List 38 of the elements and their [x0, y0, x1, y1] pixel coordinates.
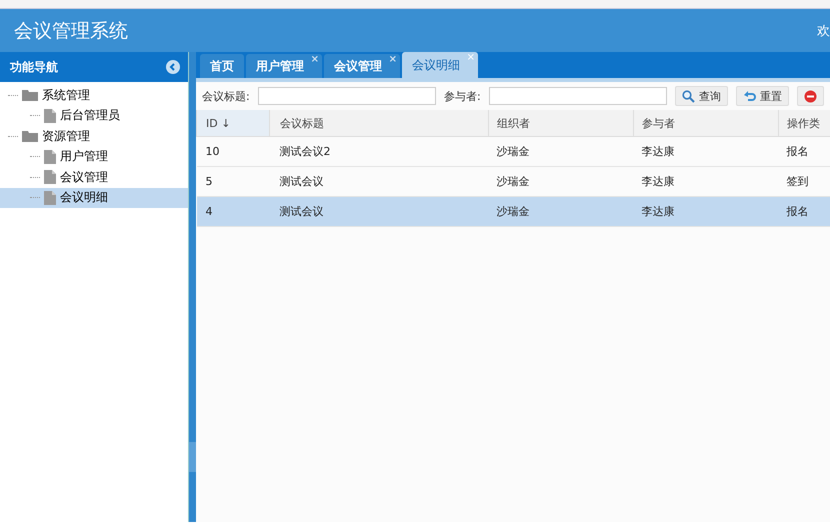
column-header[interactable]: 会议标题	[270, 110, 488, 136]
table-row[interactable]: 10 测试会议2 沙瑞金 李达康 报名	[196, 136, 830, 166]
file-icon	[44, 150, 56, 164]
column-header[interactable]: 参与者	[634, 110, 778, 136]
tree-item[interactable]: 用户管理	[0, 146, 188, 167]
splitter-handle[interactable]	[189, 442, 196, 472]
collapse-icon[interactable]	[166, 60, 180, 74]
tab[interactable]: 首页	[200, 54, 244, 78]
input-field[interactable]	[258, 87, 436, 105]
welcome-text: 欢	[817, 22, 830, 40]
app-title: 会议管理系统	[14, 18, 128, 44]
folder-icon	[22, 89, 38, 102]
column-header[interactable]: 操作类	[778, 110, 830, 136]
tab[interactable]: 会议明细 ×	[402, 52, 478, 78]
file-icon	[44, 170, 56, 184]
tree-item[interactable]: 资源管理	[0, 126, 188, 146]
table-row[interactable]: 4 测试会议 沙瑞金 李达康 报名	[196, 196, 830, 226]
tree-item[interactable]: 会议管理	[0, 167, 188, 188]
reset-icon	[743, 90, 756, 102]
sidebar-title: 功能导航	[10, 58, 58, 76]
file-icon	[44, 108, 56, 123]
folder-icon	[22, 130, 38, 142]
tree-item[interactable]: 系统管理	[0, 85, 188, 106]
column-header[interactable]: ID ↓	[196, 110, 270, 136]
search-icon	[682, 90, 695, 102]
column-header[interactable]: 组织者	[488, 110, 634, 136]
input-field[interactable]	[488, 87, 667, 105]
field-label: 参与者:	[444, 88, 481, 104]
tab[interactable]: 用户管理 ×	[246, 54, 322, 78]
delete-icon	[804, 90, 817, 102]
tree-item[interactable]: 后台管理员	[0, 106, 188, 126]
reset-button[interactable]: 重置	[736, 86, 789, 106]
search-button[interactable]: 查询	[675, 86, 728, 106]
delete-button[interactable]	[797, 86, 824, 106]
file-icon	[44, 190, 56, 205]
tree-item[interactable]: 会议明细	[0, 188, 188, 208]
field-label: 会议标题:	[202, 88, 250, 104]
tab[interactable]: 会议管理 ×	[324, 54, 400, 78]
